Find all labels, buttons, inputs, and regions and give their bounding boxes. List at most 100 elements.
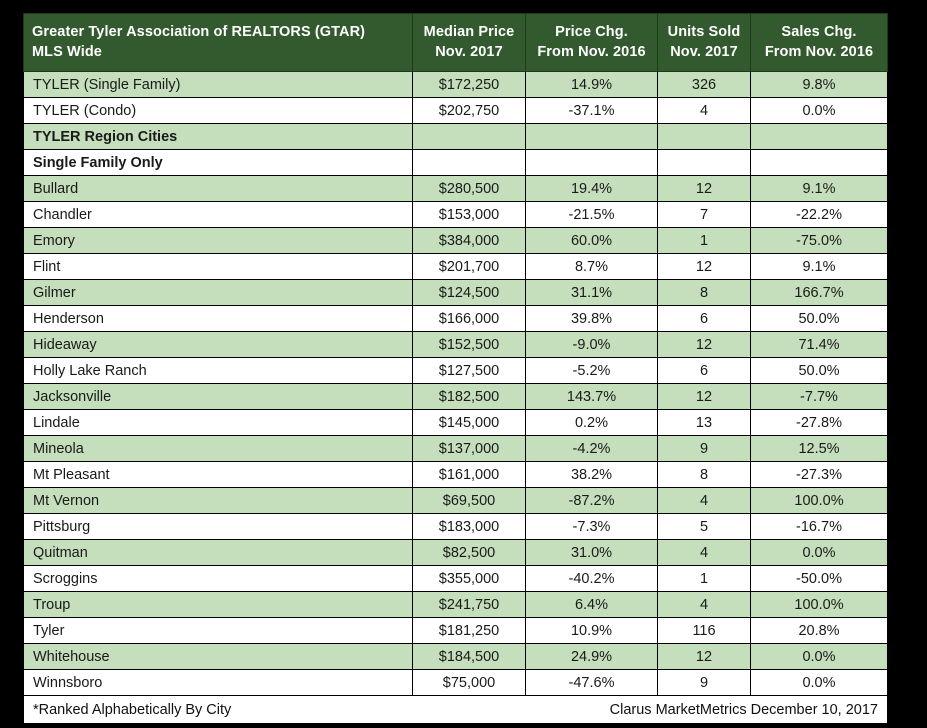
column-header-sales-change-line1: Sales Chg.	[781, 24, 857, 40]
cell-price: $137,000	[412, 435, 526, 462]
table-row: Tyler $181,250 10.9% 116 20.8%	[23, 617, 888, 644]
cell-pchg: 24.9%	[525, 643, 658, 670]
column-header-units-sold-line2: Nov. 2017	[670, 44, 738, 60]
cell-price: $181,250	[412, 617, 526, 644]
cell-schg: 166.7%	[750, 279, 888, 306]
column-header-median-price-line1: Median Price	[423, 24, 515, 40]
cell-city: Mineola	[23, 435, 413, 462]
cell-units: 5	[657, 513, 751, 540]
cell-schg	[750, 149, 888, 176]
cell-units	[657, 149, 751, 176]
cell-schg: 9.1%	[750, 253, 888, 280]
cell-units: 9	[657, 435, 751, 462]
cell-price: $172,250	[412, 71, 526, 98]
table-header: Greater Tyler Association of REALTORS (G…	[23, 13, 888, 72]
cell-pchg: 10.9%	[525, 617, 658, 644]
cell-pchg: 38.2%	[525, 461, 658, 488]
table-row: Mt Vernon $69,500 -87.2% 4 100.0%	[23, 487, 888, 514]
cell-pchg	[525, 149, 658, 176]
cell-units: 12	[657, 175, 751, 202]
cell-city: Whitehouse	[23, 643, 413, 670]
table-footer: *Ranked Alphabetically By City Clarus Ma…	[23, 695, 888, 724]
cell-schg: 100.0%	[750, 591, 888, 618]
column-header-city: Greater Tyler Association of REALTORS (G…	[23, 13, 413, 72]
cell-city: Gilmer	[23, 279, 413, 306]
cell-schg: 50.0%	[750, 305, 888, 332]
cell-pchg: 14.9%	[525, 71, 658, 98]
cell-price	[412, 123, 526, 150]
table-row: Quitman $82,500 31.0% 4 0.0%	[23, 539, 888, 566]
cell-price: $166,000	[412, 305, 526, 332]
cell-price: $184,500	[412, 643, 526, 670]
column-header-price-change-line1: Price Chg.	[555, 24, 628, 40]
cell-city: Troup	[23, 591, 413, 618]
table-body: TYLER (Single Family) $172,250 14.9% 326 9.8…	[23, 71, 888, 696]
cell-units: 1	[657, 227, 751, 254]
cell-pchg: -40.2%	[525, 565, 658, 592]
cell-units: 4	[657, 487, 751, 514]
cell-city: Quitman	[23, 539, 413, 566]
cell-units: 116	[657, 617, 751, 644]
cell-schg: -22.2%	[750, 201, 888, 228]
column-header-sales-change: Sales Chg. From Nov. 2016	[750, 13, 888, 72]
cell-price: $384,000	[412, 227, 526, 254]
cell-city: Jacksonville	[23, 383, 413, 410]
cell-units: 326	[657, 71, 751, 98]
cell-units: 6	[657, 305, 751, 332]
table-row: Bullard $280,500 19.4% 12 9.1%	[23, 175, 888, 202]
table-row: Mt Pleasant $161,000 38.2% 8 -27.3%	[23, 461, 888, 488]
cell-pchg: 31.0%	[525, 539, 658, 566]
table-row: Chandler $153,000 -21.5% 7 -22.2%	[23, 201, 888, 228]
table-row: Hideaway $152,500 -9.0% 12 71.4%	[23, 331, 888, 358]
table-row: Jacksonville $182,500 143.7% 12 -7.7%	[23, 383, 888, 410]
cell-schg: 9.8%	[750, 71, 888, 98]
cell-price: $124,500	[412, 279, 526, 306]
table-row: Troup $241,750 6.4% 4 100.0%	[23, 591, 888, 618]
cell-units: 6	[657, 357, 751, 384]
cell-city: Holly Lake Ranch	[23, 357, 413, 384]
cell-price: $183,000	[412, 513, 526, 540]
footer-source: Clarus MarketMetrics December 10, 2017	[609, 701, 878, 718]
cell-schg: 50.0%	[750, 357, 888, 384]
cell-city: Chandler	[23, 201, 413, 228]
cell-city: Lindale	[23, 409, 413, 436]
column-header-median-price-line2: Nov. 2017	[435, 44, 503, 60]
cell-pchg: -47.6%	[525, 669, 658, 696]
table-row: TYLER Region Cities	[23, 123, 888, 150]
cell-units: 7	[657, 201, 751, 228]
cell-pchg: -9.0%	[525, 331, 658, 358]
cell-price: $182,500	[412, 383, 526, 410]
footer-note: *Ranked Alphabetically By City	[33, 701, 232, 718]
cell-pchg: -37.1%	[525, 97, 658, 124]
cell-city: Henderson	[23, 305, 413, 332]
cell-city: Flint	[23, 253, 413, 280]
cell-city: TYLER (Single Family)	[23, 71, 413, 98]
cell-schg: 71.4%	[750, 331, 888, 358]
cell-units: 12	[657, 331, 751, 358]
cell-price: $241,750	[412, 591, 526, 618]
cell-pchg: -4.2%	[525, 435, 658, 462]
cell-city: TYLER (Condo)	[23, 97, 413, 124]
cell-city: Scroggins	[23, 565, 413, 592]
cell-schg: -75.0%	[750, 227, 888, 254]
cell-price: $152,500	[412, 331, 526, 358]
cell-units: 13	[657, 409, 751, 436]
table-row: Whitehouse $184,500 24.9% 12 0.0%	[23, 643, 888, 670]
table-row: Emory $384,000 60.0% 1 -75.0%	[23, 227, 888, 254]
cell-pchg: -5.2%	[525, 357, 658, 384]
cell-price: $153,000	[412, 201, 526, 228]
table-row: TYLER (Condo) $202,750 -37.1% 4 0.0%	[23, 97, 888, 124]
cell-city: Emory	[23, 227, 413, 254]
cell-schg: -50.0%	[750, 565, 888, 592]
cell-pchg: -7.3%	[525, 513, 658, 540]
column-header-price-change: Price Chg. From Nov. 2016	[525, 13, 658, 72]
cell-city: Mt Vernon	[23, 487, 413, 514]
cell-pchg: 60.0%	[525, 227, 658, 254]
cell-city: TYLER Region Cities	[23, 123, 413, 150]
cell-pchg: 19.4%	[525, 175, 658, 202]
table-row: Pittsburg $183,000 -7.3% 5 -16.7%	[23, 513, 888, 540]
cell-pchg: 31.1%	[525, 279, 658, 306]
cell-units: 12	[657, 253, 751, 280]
column-header-units-sold: Units Sold Nov. 2017	[657, 13, 751, 72]
cell-price	[412, 149, 526, 176]
